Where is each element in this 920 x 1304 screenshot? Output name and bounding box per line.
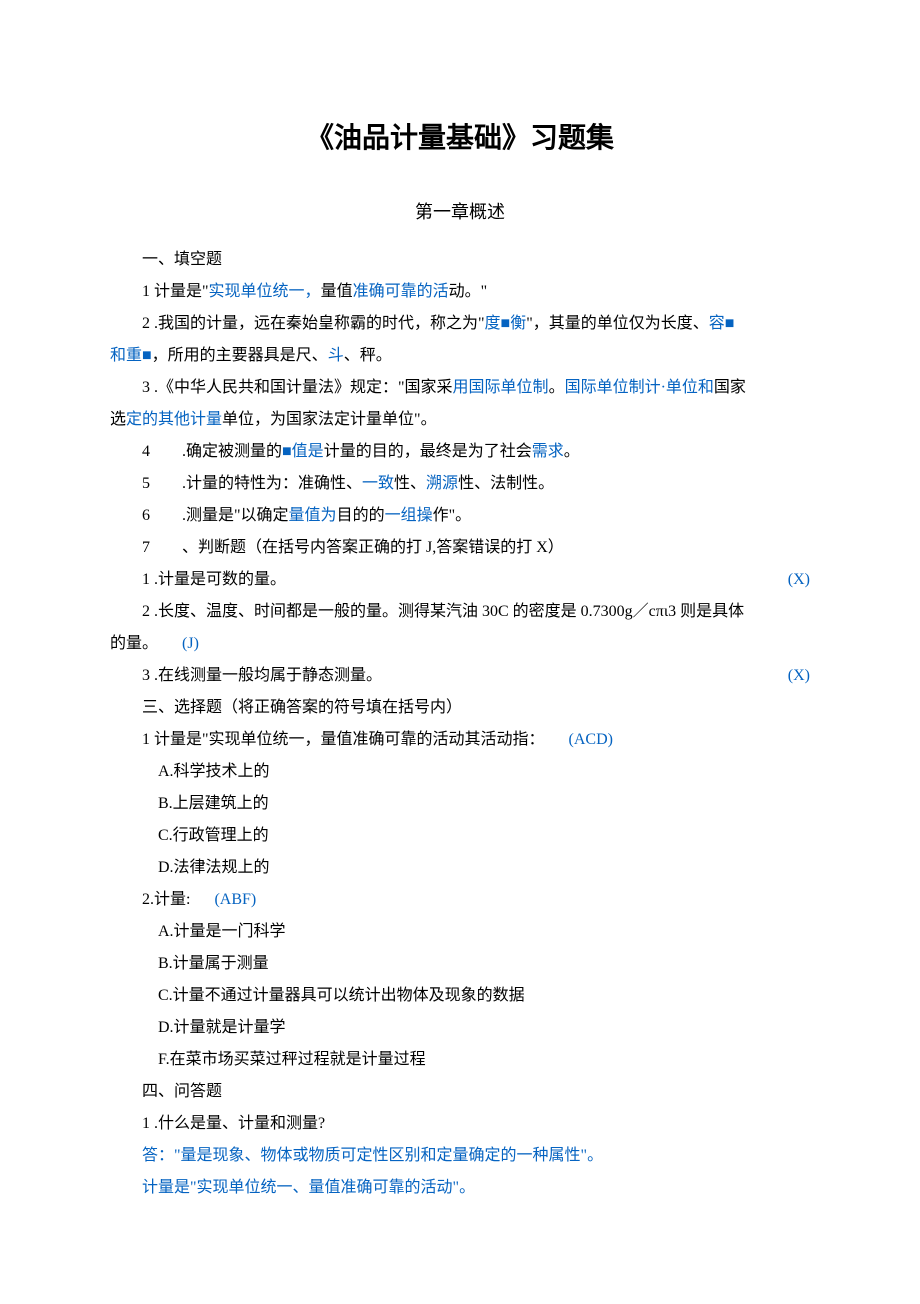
text: 计量的目的，最终是为了社会 — [324, 443, 532, 460]
text: 3 .《中华人民共和国计量法》规定："国家采 — [142, 379, 453, 396]
fill-q1: 1 计量是"实现单位统一，量值准确可靠的活动。" — [110, 276, 810, 308]
choice-q1-opt-c: C.行政管理上的 — [110, 820, 810, 852]
text: 6 .测量是"以确定 — [142, 507, 289, 524]
text: 量值 — [321, 283, 353, 300]
answer-text: 准确可靠的活 — [353, 283, 449, 300]
fill-q4: 4 .确定被测量的■值是计量的目的，最终是为了社会需求。 — [110, 436, 810, 468]
answer-text: 一致 — [362, 475, 394, 492]
judge-q1: 1 .计量是可数的量。 (X) — [110, 564, 810, 596]
text: 。 — [549, 379, 565, 396]
choice-q2-opt-f: F.在菜市场买菜过秤过程就是计量过程 — [110, 1044, 810, 1076]
fill-q6: 6 .测量是"以确定量值为目的的一组操作"。 — [110, 500, 810, 532]
text: 选 — [110, 411, 126, 428]
choice-q2: 2.计量: (ABF) — [110, 884, 810, 916]
text: 国家 — [714, 379, 746, 396]
text: 目的的 — [337, 507, 385, 524]
text: 1 计量是" — [142, 283, 209, 300]
choice-q2-answer: (ABF) — [214, 891, 256, 908]
choice-q1-opt-d: D.法律法规上的 — [110, 852, 810, 884]
answer-text: 斗 — [328, 347, 344, 364]
fill-q2-line2: 和重■，所用的主要器具是尺、斗、秤。 — [110, 340, 810, 372]
chapter-subtitle: 第一章概述 — [110, 194, 810, 230]
judge-q3: 3 .在线测量一般均属于静态测量。 (X) — [110, 660, 810, 692]
choice-q1-opt-b: B.上层建筑上的 — [110, 788, 810, 820]
answer-text: 量值为 — [289, 507, 337, 524]
answer-text: 用国际单位制 — [453, 379, 549, 396]
text: 、秤。 — [344, 347, 392, 364]
choice-q2-opt-c: C.计量不通过计量器具可以统计出物体及现象的数据 — [110, 980, 810, 1012]
answer-text: 溯源 — [426, 475, 458, 492]
spacer — [162, 635, 178, 652]
choice-q1: 1 计量是"实现单位统一，量值准确可靠的活动其活动指： (ACD) — [110, 724, 810, 756]
answer-text: ■值是 — [282, 443, 324, 460]
choice-q2-text: 2.计量: — [142, 891, 190, 908]
judge-q3-answer: (X) — [788, 660, 810, 692]
text: "，其量的单位仅为长度、 — [526, 315, 709, 332]
answer-text: 实现单位统一， — [209, 283, 321, 300]
answer-text: 一组操 — [385, 507, 433, 524]
fill-q5: 5 .计量的特性为：准确性、一致性、溯源性、法制性。 — [110, 468, 810, 500]
text: 作"。 — [433, 507, 472, 524]
text: ，所用的主要器具是尺、 — [152, 347, 328, 364]
answer-text: 国际单位制计·单位和 — [565, 379, 714, 396]
text: 4 .确定被测量的 — [142, 443, 282, 460]
judge-q2-line2: 的量。 (J) — [110, 628, 810, 660]
fill-q2-line1: 2 .我国的计量，远在秦始皇称霸的时代，称之为"度■衡"，其量的单位仅为长度、容… — [110, 308, 810, 340]
fill-q3-line2: 选定的其他计量单位，为国家法定计量单位"。 — [110, 404, 810, 436]
qa-a1-line1: 答："量是现象、物体或物质可定性区别和定量确定的一种属性"。 — [110, 1140, 810, 1172]
fill-q3-line1: 3 .《中华人民共和国计量法》规定："国家采用国际单位制。国际单位制计·单位和国… — [110, 372, 810, 404]
judge-q2-line1: 2 .长度、温度、时间都是一般的量。测得某汽油 30C 的密度是 0.7300g… — [110, 596, 810, 628]
text: 性、 — [394, 475, 426, 492]
choice-q1-opt-a: A.科学技术上的 — [110, 756, 810, 788]
section-3-header: 三、选择题（将正确答案的符号填在括号内） — [110, 692, 810, 724]
text: 5 .计量的特性为：准确性、 — [142, 475, 362, 492]
answer-text: 定的其他计量 — [126, 411, 222, 428]
answer-text: 需求 — [532, 443, 564, 460]
answer-text: 和重■ — [110, 347, 152, 364]
choice-q2-opt-d: D.计量就是计量学 — [110, 1012, 810, 1044]
judge-q3-text: 3 .在线测量一般均属于静态测量。 — [110, 660, 382, 692]
judge-q1-text: 1 .计量是可数的量。 — [110, 564, 286, 596]
answer-text: 容■ — [709, 315, 735, 332]
choice-q2-opt-a: A.计量是一门科学 — [110, 916, 810, 948]
section-4-header: 四、问答题 — [110, 1076, 810, 1108]
judge-q1-answer: (X) — [788, 564, 810, 596]
text: 2 .我国的计量，远在秦始皇称霸的时代，称之为" — [142, 315, 485, 332]
spacer — [549, 731, 565, 748]
text: 。 — [564, 443, 580, 460]
text: 的量。 — [110, 635, 158, 652]
choice-q1-text: 1 计量是"实现单位统一，量值准确可靠的活动其活动指： — [142, 731, 545, 748]
section-2-header: 7 、判断题（在括号内答案正确的打 J,答案错误的打 X） — [110, 532, 810, 564]
section-1-header: 一、填空题 — [110, 244, 810, 276]
text: 动。" — [449, 283, 488, 300]
judge-q2-answer: (J) — [182, 635, 199, 652]
choice-q1-answer: (ACD) — [569, 731, 613, 748]
spacer — [194, 891, 210, 908]
choice-q2-opt-b: B.计量属于测量 — [110, 948, 810, 980]
qa-a1-line2: 计量是"实现单位统一、量值准确可靠的活动"。 — [110, 1172, 810, 1204]
answer-text: 度■衡 — [485, 315, 527, 332]
document-title: 《油品计量基础》习题集 — [110, 110, 810, 166]
text: 性、法制性。 — [458, 475, 554, 492]
text: 单位，为国家法定计量单位"。 — [222, 411, 437, 428]
qa-q1: 1 .什么是量、计量和测量? — [110, 1108, 810, 1140]
